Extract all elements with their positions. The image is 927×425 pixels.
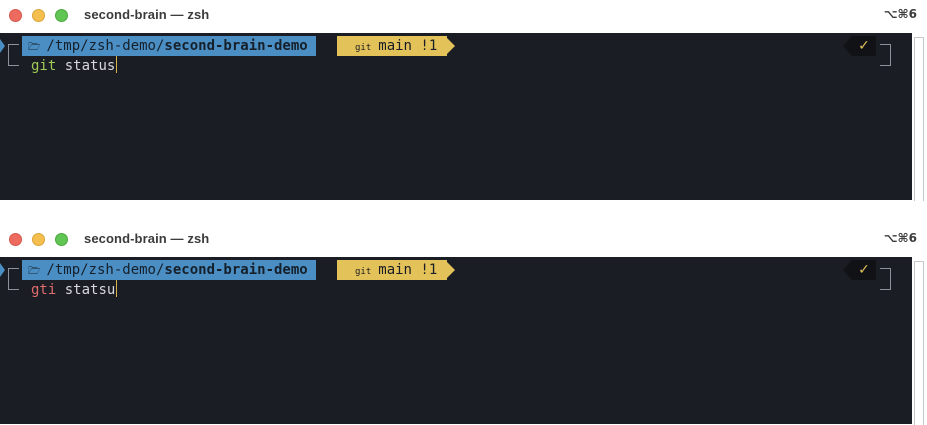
directory-name: second-brain-demo xyxy=(164,38,308,54)
git-branch-status: main !1 xyxy=(378,38,438,54)
prompt-frame-top xyxy=(8,268,19,279)
scrollbar-thumb[interactable] xyxy=(914,261,924,425)
window-title: second-brain — zsh xyxy=(84,231,210,246)
window-shortcut: ⌥⌘6 xyxy=(883,231,917,245)
prompt-frame-bottom xyxy=(8,279,19,290)
folder-icon: 🗁 xyxy=(28,42,41,53)
title-bar[interactable]: second-brain — zsh ⌥⌘6 xyxy=(0,0,927,33)
prompt-directory-segment: 🗁 /tmp/zsh-demo/second-brain-demo xyxy=(22,260,316,280)
directory-prefix: /tmp/zsh-demo/ xyxy=(46,38,165,54)
minimize-window-button[interactable] xyxy=(32,9,45,22)
prompt-directory-segment: 🗁 /tmp/zsh-demo/second-brain-demo xyxy=(22,36,316,56)
status-separator-icon xyxy=(843,260,852,280)
directory-prefix: /tmp/zsh-demo/ xyxy=(46,262,165,278)
close-window-button[interactable] xyxy=(9,9,22,22)
prompt-git-segment: git main !1 xyxy=(337,260,448,280)
terminal-content[interactable]: 🗁 /tmp/zsh-demo/second-brain-demo git main… xyxy=(0,257,912,424)
prompt-frame-right-bottom xyxy=(880,55,891,66)
git-branch-status: main !1 xyxy=(378,262,438,278)
window-title: second-brain — zsh xyxy=(84,7,210,22)
text-cursor xyxy=(116,56,118,73)
prompt-frame-right-top xyxy=(880,44,891,55)
terminal-window-1[interactable]: second-brain — zsh ⌥⌘6 🗁 /tmp/zsh-demo/se… xyxy=(0,0,927,201)
zoom-window-button[interactable] xyxy=(55,9,68,22)
scrollbar[interactable] xyxy=(912,257,927,425)
command-line[interactable]: git status xyxy=(31,56,118,76)
prompt-frame-right-bottom xyxy=(880,279,891,290)
terminal-window-2[interactable]: second-brain — zsh ⌥⌘6 🗁 /tmp/zsh-demo/se… xyxy=(0,224,927,425)
prompt-marker-icon xyxy=(0,263,5,277)
zoom-window-button[interactable] xyxy=(55,233,68,246)
title-bar[interactable]: second-brain — zsh ⌥⌘6 xyxy=(0,224,927,257)
close-window-button[interactable] xyxy=(9,233,22,246)
status-separator-icon xyxy=(843,36,852,56)
scrollbar[interactable] xyxy=(912,33,927,201)
command-program: gti xyxy=(31,282,57,298)
prompt-separator-icon xyxy=(445,36,455,56)
command-args: status xyxy=(56,58,116,74)
git-branch-icon: git xyxy=(355,267,372,277)
status-ok-icon: ✓ xyxy=(852,36,876,56)
prompt-frame-right-top xyxy=(880,268,891,279)
prompt-frame-top xyxy=(8,44,19,55)
prompt-git-segment: git main !1 xyxy=(337,36,448,56)
command-line[interactable]: gti statsu xyxy=(31,280,118,300)
scrollbar-thumb[interactable] xyxy=(914,37,924,201)
folder-icon: 🗁 xyxy=(28,266,41,277)
command-args: statsu xyxy=(56,282,116,298)
prompt-separator-icon xyxy=(445,260,455,280)
command-program: git xyxy=(31,58,57,74)
text-cursor xyxy=(116,280,118,297)
prompt-marker-icon xyxy=(0,39,5,53)
git-branch-icon: git xyxy=(355,43,372,53)
terminal-content[interactable]: 🗁/tmp/zsh-demo/second-brain-demo git main… xyxy=(0,33,912,200)
minimize-window-button[interactable] xyxy=(32,233,45,246)
window-shortcut: ⌥⌘6 xyxy=(883,7,917,21)
status-ok-icon: ✓ xyxy=(852,260,876,280)
directory-name: second-brain-demo xyxy=(164,262,308,278)
prompt-frame-bottom xyxy=(8,55,19,66)
